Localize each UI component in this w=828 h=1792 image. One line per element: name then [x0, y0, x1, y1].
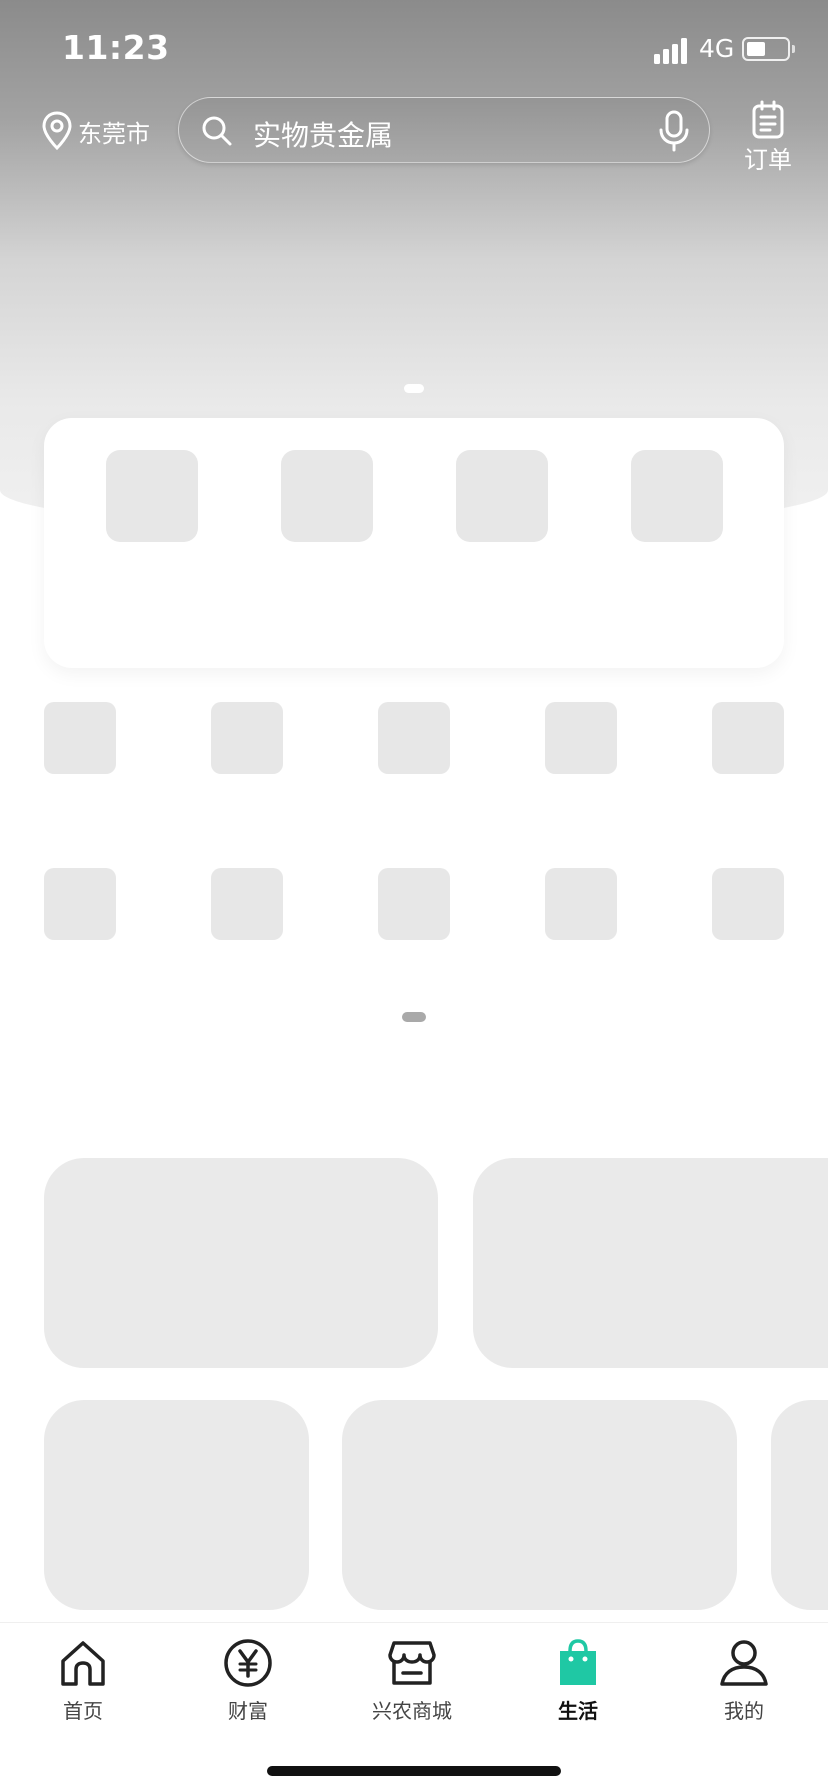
location-pin-icon [42, 111, 72, 151]
tab-label: 财富 [228, 1699, 268, 1723]
tab-life[interactable]: 生活 [518, 1637, 638, 1724]
promo-banner-placeholder[interactable] [771, 1400, 828, 1610]
banner-page-indicator [404, 384, 424, 393]
grid-icon-placeholder[interactable] [378, 702, 450, 774]
shopping-bag-icon [560, 1639, 596, 1685]
grid-icon-placeholder[interactable] [545, 868, 617, 940]
network-type: 4G [699, 34, 735, 63]
city-label: 东莞市 [78, 119, 150, 148]
tab-home[interactable]: 首页 [23, 1637, 143, 1724]
quick-service-placeholder[interactable] [106, 450, 198, 542]
grid-icon-placeholder[interactable] [211, 702, 283, 774]
store-icon [388, 1641, 436, 1685]
tab-label: 生活 [558, 1699, 598, 1723]
tab-mall[interactable]: 兴农商城 [352, 1637, 472, 1724]
location-selector[interactable]: 东莞市 [42, 108, 150, 154]
quick-service-placeholder[interactable] [456, 450, 548, 542]
tab-wealth[interactable]: 财富 [188, 1637, 308, 1724]
quick-service-placeholder[interactable] [631, 450, 723, 542]
promo-banner-placeholder[interactable] [342, 1400, 737, 1610]
tab-label: 兴农商城 [372, 1699, 452, 1723]
search-bar[interactable]: 实物贵金属 [178, 97, 710, 163]
promo-banner-placeholder[interactable] [44, 1400, 309, 1610]
yen-icon [224, 1639, 272, 1687]
grid-icon-placeholder[interactable] [211, 868, 283, 940]
orders-button[interactable]: 订单 [736, 100, 800, 175]
user-icon [720, 1640, 768, 1686]
orders-icon [752, 100, 784, 139]
orders-label: 订单 [744, 146, 792, 174]
quick-service-placeholder[interactable] [281, 450, 373, 542]
grid-icon-placeholder[interactable] [378, 868, 450, 940]
home-icon [61, 1641, 105, 1686]
promo-banner-placeholder[interactable] [473, 1158, 828, 1368]
tab-label: 首页 [63, 1699, 103, 1723]
status-bar: 11:23 4G [0, 0, 828, 100]
battery-icon [742, 37, 795, 61]
quick-service-card [44, 418, 784, 668]
grid-icon-placeholder[interactable] [712, 868, 784, 940]
grid-icon-placeholder[interactable] [712, 702, 784, 774]
grid-page-indicator [402, 1012, 426, 1022]
promo-banner-placeholder[interactable] [44, 1158, 438, 1368]
tab-mine[interactable]: 我的 [684, 1637, 804, 1724]
microphone-icon[interactable] [657, 110, 691, 152]
home-indicator[interactable] [267, 1766, 561, 1776]
tab-label: 我的 [724, 1699, 764, 1723]
search-input[interactable]: 实物贵金属 [253, 114, 393, 154]
grid-icon-placeholder[interactable] [545, 702, 617, 774]
signal-icon [654, 38, 688, 64]
grid-icon-placeholder[interactable] [44, 868, 116, 940]
search-icon [202, 116, 232, 146]
status-time: 11:23 [62, 28, 170, 67]
grid-icon-placeholder[interactable] [44, 702, 116, 774]
